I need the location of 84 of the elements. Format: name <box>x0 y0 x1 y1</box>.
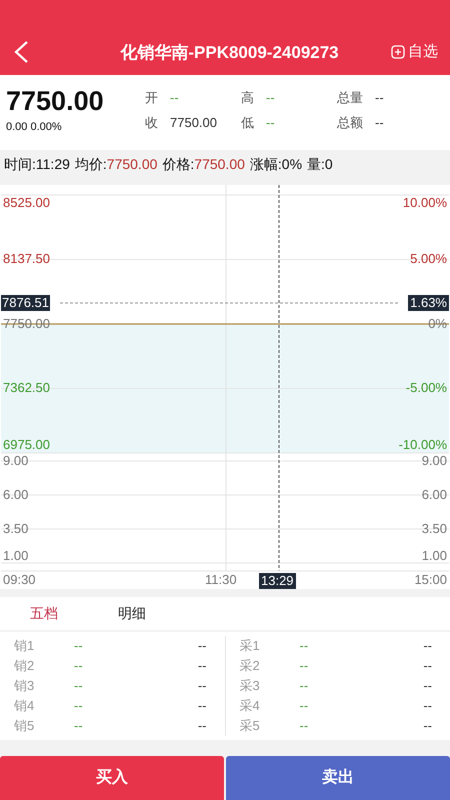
last-price: 7750.00 <box>6 84 105 117</box>
sell-volume: -- <box>198 697 208 716</box>
sell-price: -- <box>74 717 84 736</box>
buy-volume: -- <box>423 697 433 716</box>
info-value: 0% <box>282 155 302 174</box>
plus-icon <box>391 45 405 60</box>
sell-price: -- <box>74 657 84 676</box>
quote-value: -- <box>170 88 179 107</box>
buy-level-label: 采4 <box>240 697 261 716</box>
sell-level-label: 销4 <box>14 697 36 716</box>
quote-label: 收 <box>145 114 158 132</box>
info-label: 时间: <box>4 155 36 174</box>
sell-level-label: 销3 <box>14 677 36 696</box>
price-change: 0.00 0.00% <box>6 120 63 135</box>
buy-price: -- <box>300 697 310 716</box>
price-axis-label: 8525.00 <box>3 194 50 211</box>
info-label: 均价: <box>74 155 107 174</box>
buy-volume: -- <box>423 637 433 656</box>
quote-value: 7750.00 <box>170 114 217 132</box>
volume-axis-label: 3.50 <box>3 520 28 537</box>
time-axis-label: 15:00 <box>414 572 447 588</box>
volume-axis-label: 6.00 <box>422 486 447 503</box>
quote-value: -- <box>375 88 384 107</box>
info-label: 涨幅: <box>250 155 282 174</box>
sell-price: -- <box>74 637 84 656</box>
watchlist-button[interactable]: 自选 <box>391 41 438 64</box>
sell-price: -- <box>74 697 84 716</box>
percent-axis-label: -10.00% <box>398 436 447 453</box>
buy-level-label: 采2 <box>240 657 261 676</box>
crosshair-percent-tag: 1.63% <box>408 294 449 311</box>
quote-value: -- <box>266 88 275 107</box>
quote-label: 开 <box>145 88 158 107</box>
crosshair-time-tag: 13:29 <box>259 572 296 589</box>
buy-volume: -- <box>423 677 433 696</box>
quote-label: 高 <box>241 88 254 107</box>
sell-button[interactable]: 卖出 <box>226 756 450 800</box>
tab[interactable]: 明细 <box>118 603 146 624</box>
time-axis-label: 09:30 <box>3 572 36 588</box>
volume-axis-label: 1.00 <box>422 548 447 564</box>
quote-label: 总额 <box>337 114 363 132</box>
buy-price: -- <box>300 637 310 656</box>
buy-volume: -- <box>423 657 433 676</box>
sell-level-label: 销2 <box>14 657 36 676</box>
tab[interactable]: 五档 <box>10 603 78 624</box>
buy-price: -- <box>300 677 310 696</box>
time-axis-label: 11:30 <box>205 572 237 588</box>
back-icon <box>12 40 30 64</box>
buy-level-label: 采5 <box>240 717 261 736</box>
percent-axis-label: 5.00% <box>410 251 447 268</box>
info-label: 量: <box>307 155 325 174</box>
sell-price: -- <box>74 677 84 696</box>
sell-volume: -- <box>198 717 208 736</box>
percent-axis-label: 10.00% <box>402 194 447 211</box>
info-value: 7750.00 <box>194 155 245 174</box>
price-axis-label: 6975.00 <box>3 436 50 453</box>
volume-axis-label: 9.00 <box>422 452 447 469</box>
info-value: 11:29 <box>36 155 70 174</box>
info-value: 0 <box>324 155 333 174</box>
volume-axis-label: 6.00 <box>3 486 28 503</box>
volume-axis-label: 9.00 <box>3 452 28 469</box>
sell-level-label: 销1 <box>14 637 36 656</box>
buy-price: -- <box>300 657 310 676</box>
volume-axis-label: 3.50 <box>422 520 447 537</box>
sell-level-label: 销5 <box>14 717 36 736</box>
quote-value: -- <box>375 114 384 132</box>
volume-axis-label: 1.00 <box>3 548 28 564</box>
buy-button[interactable]: 买入 <box>0 756 224 800</box>
percent-axis-label: -5.00% <box>406 380 447 396</box>
buy-level-label: 采3 <box>240 677 261 696</box>
buy-price: -- <box>300 717 310 736</box>
info-value: 7750.00 <box>106 155 158 174</box>
sell-volume: -- <box>198 657 208 676</box>
sell-volume: -- <box>198 637 208 656</box>
page-title: 化销华南-PPK8009-2409273 <box>119 42 340 64</box>
buy-volume: -- <box>423 717 433 736</box>
sell-volume: -- <box>198 677 208 696</box>
quote-label: 低 <box>241 114 254 132</box>
buy-level-label: 采1 <box>240 637 261 656</box>
price-axis-label: 8137.50 <box>3 251 50 268</box>
info-label: 价格: <box>162 155 194 174</box>
crosshair-price-tag: 7876.51 <box>1 294 50 311</box>
quote-value: -- <box>266 114 275 132</box>
quote-label: 总量 <box>337 88 363 107</box>
price-axis-label: 7362.50 <box>3 380 50 396</box>
